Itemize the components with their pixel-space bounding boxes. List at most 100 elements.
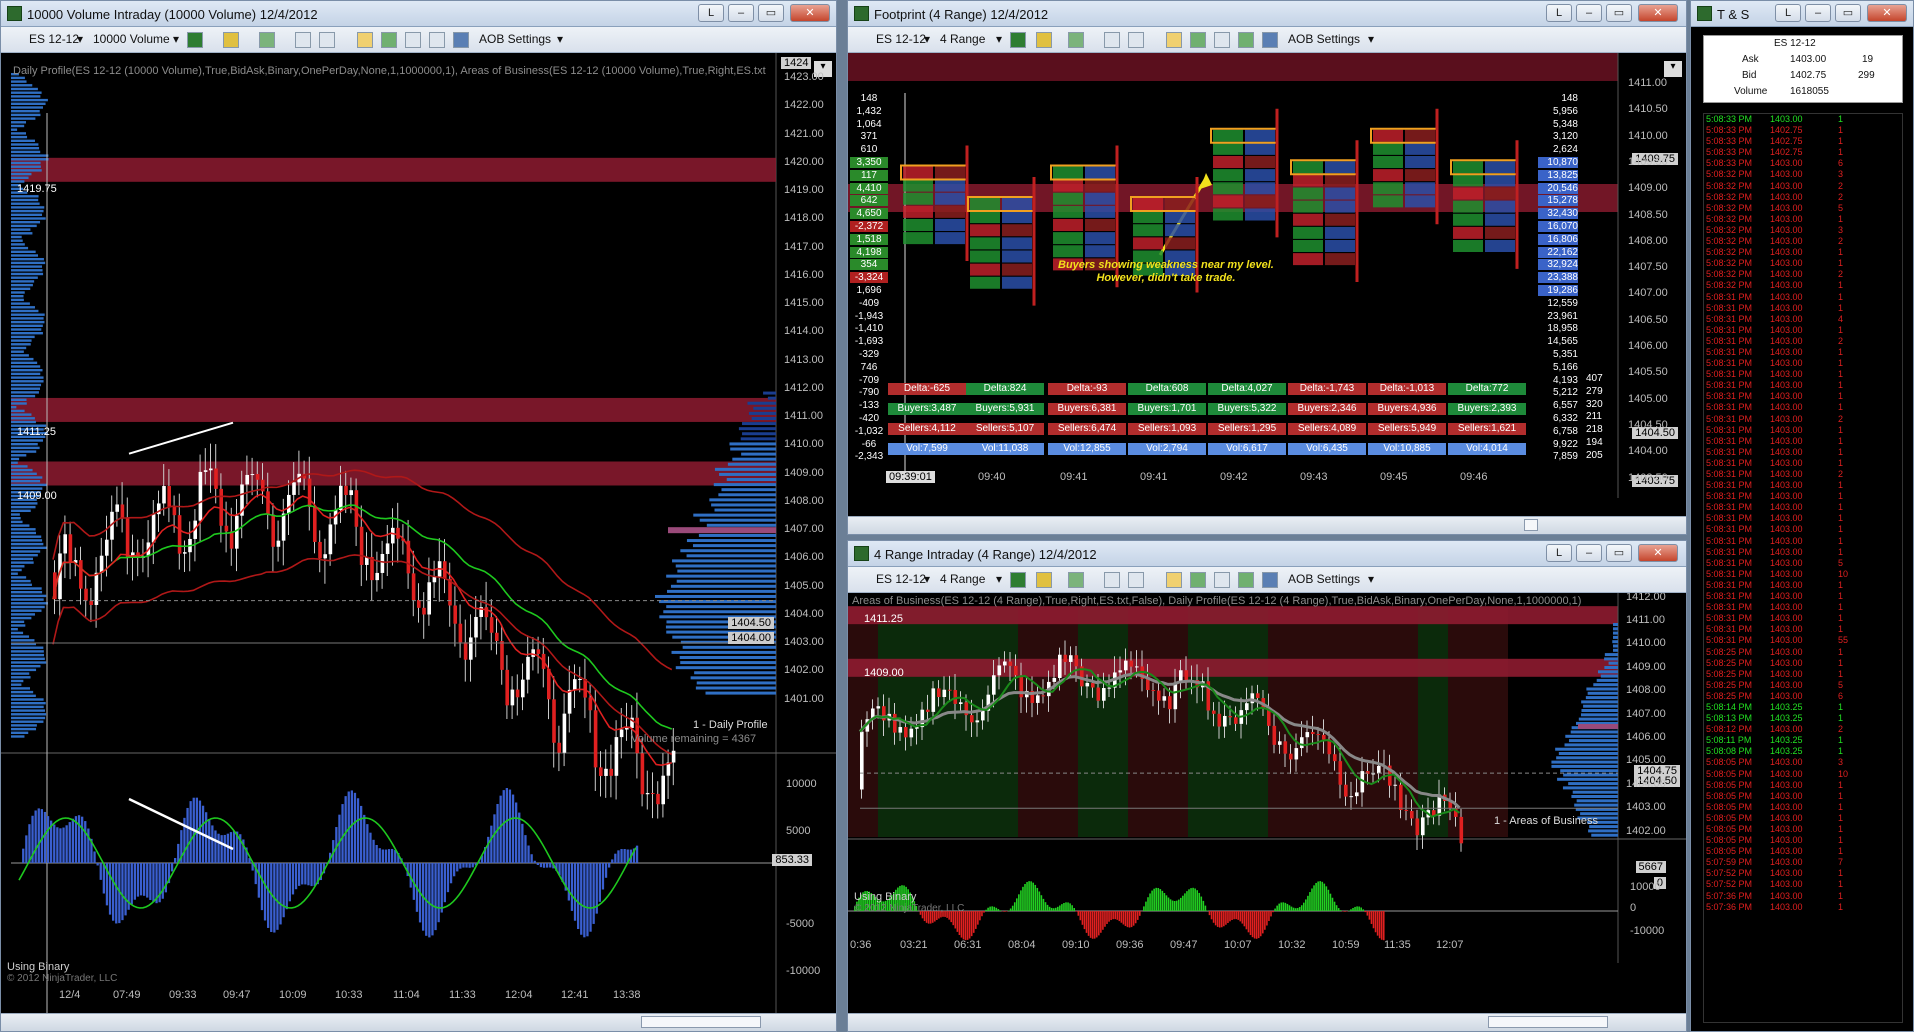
maximize-button[interactable]: ▭: [1606, 4, 1632, 22]
close-button[interactable]: ✕: [1867, 4, 1907, 22]
zoom-icon[interactable]: [1128, 572, 1144, 588]
bar-type-icon[interactable]: [1010, 572, 1026, 588]
osc-bar: [1286, 903, 1289, 911]
candle-body: [469, 637, 473, 660]
minimize-button[interactable]: –: [728, 4, 754, 22]
aob-icon[interactable]: [1262, 32, 1278, 48]
aob-icon[interactable]: [1262, 572, 1278, 588]
footprint-chart-area[interactable]: ▾ Buyers showing weakness near my level.…: [848, 53, 1686, 516]
chevron-down-icon[interactable]: ▾: [1368, 32, 1374, 46]
indicators-icon[interactable]: [1190, 572, 1206, 588]
cursor-icon[interactable]: [259, 32, 275, 48]
chevron-down-icon[interactable]: ▾: [557, 32, 563, 46]
chevron-down-icon[interactable]: ▾: [924, 32, 930, 46]
osc-bar: [1098, 911, 1100, 936]
crosshair-icon[interactable]: [1104, 572, 1120, 588]
pencil-icon[interactable]: [223, 32, 239, 48]
cursor-icon[interactable]: [1068, 32, 1084, 48]
properties-icon[interactable]: [1166, 572, 1182, 588]
maximize-button[interactable]: ▭: [1835, 4, 1861, 22]
strategies-icon[interactable]: [1214, 572, 1230, 588]
aob-settings-menu[interactable]: AOB Settings: [1288, 572, 1360, 586]
link-button[interactable]: L: [1546, 544, 1572, 562]
profile-bar: [11, 272, 44, 276]
volume-profile-bar: [1563, 773, 1618, 777]
close-button[interactable]: ✕: [790, 4, 830, 22]
instrument-selector[interactable]: ES 12-12: [876, 32, 926, 46]
osc-bar: [1075, 911, 1078, 912]
price-chart-area[interactable]: Daily Profile(ES 12-12 (10000 Volume),Tr…: [1, 53, 836, 1013]
dollar-icon[interactable]: [1238, 572, 1254, 588]
chart-scroll-button[interactable]: ▾: [1664, 61, 1682, 77]
horizontal-scrollbar[interactable]: [1, 1013, 836, 1031]
osc-bar: [515, 802, 518, 863]
chevron-down-icon[interactable]: ▾: [996, 572, 1002, 586]
cursor-icon[interactable]: [1068, 572, 1084, 588]
price-box-ask: 1404.00: [728, 632, 774, 644]
ts-price: 1403.00: [1770, 824, 1803, 834]
chevron-down-icon[interactable]: ▾: [1368, 572, 1374, 586]
bar-type-icon[interactable]: [1010, 32, 1026, 48]
link-button[interactable]: L: [1546, 4, 1572, 22]
indicators-icon[interactable]: [381, 32, 397, 48]
ts-size: 1: [1838, 901, 1844, 912]
minimize-button[interactable]: –: [1576, 4, 1602, 22]
scrollbar-thumb[interactable]: [1524, 519, 1538, 531]
price-tick-label: 1420.00: [784, 155, 824, 168]
strategies-icon[interactable]: [1214, 32, 1230, 48]
delta-column-cell: -2,372: [850, 221, 888, 232]
instrument-selector[interactable]: ES 12-12: [876, 572, 926, 586]
properties-icon[interactable]: [1166, 32, 1182, 48]
aob-icon[interactable]: [453, 32, 469, 48]
chevron-down-icon[interactable]: ▾: [924, 572, 930, 586]
window-titlebar[interactable]: 10000 Volume Intraday (10000 Volume) 12/…: [1, 1, 836, 27]
link-button[interactable]: L: [698, 4, 724, 22]
profile-bar: [11, 224, 37, 228]
window-titlebar[interactable]: T & S L – ▭ ✕: [1691, 1, 1913, 27]
period-selector[interactable]: 4 Range: [940, 572, 985, 586]
horizontal-scrollbar[interactable]: [848, 516, 1686, 534]
chevron-down-icon[interactable]: ▾: [996, 32, 1002, 46]
volume-profile-bar: [706, 523, 776, 527]
crosshair-icon[interactable]: [1104, 32, 1120, 48]
osc-bar: [1013, 902, 1016, 911]
osc-bar: [136, 863, 140, 897]
bar-type-icon[interactable]: [187, 32, 203, 48]
zoom-icon[interactable]: [1128, 32, 1144, 48]
close-button[interactable]: ✕: [1638, 4, 1678, 22]
properties-icon[interactable]: [357, 32, 373, 48]
minimize-button[interactable]: –: [1576, 544, 1602, 562]
maximize-button[interactable]: ▭: [1606, 544, 1632, 562]
pencil-icon[interactable]: [1036, 32, 1052, 48]
data-box-icon[interactable]: [429, 32, 445, 48]
dollar-icon[interactable]: [1238, 32, 1254, 48]
osc-bar: [1073, 908, 1075, 911]
chevron-down-icon[interactable]: ▾: [173, 32, 179, 46]
period-selector[interactable]: 10000 Volume: [93, 32, 170, 46]
volume-profile-bar: [663, 610, 776, 614]
pencil-icon[interactable]: [1036, 572, 1052, 588]
link-button[interactable]: L: [1775, 4, 1801, 22]
minimize-button[interactable]: –: [1805, 4, 1831, 22]
instrument-selector[interactable]: ES 12-12: [29, 32, 79, 46]
zoom-icon[interactable]: [319, 32, 335, 48]
strategies-icon[interactable]: [405, 32, 421, 48]
period-selector[interactable]: 4 Range: [940, 32, 985, 46]
aob-settings-menu[interactable]: AOB Settings: [1288, 32, 1360, 46]
scrollbar-thumb[interactable]: [641, 1016, 761, 1028]
crosshair-icon[interactable]: [295, 32, 311, 48]
aob-settings-menu[interactable]: AOB Settings: [479, 32, 551, 46]
close-button[interactable]: ✕: [1638, 544, 1678, 562]
window-titlebar[interactable]: Footprint (4 Range) 12/4/2012 L – ▭ ✕: [848, 1, 1686, 27]
scrollbar-thumb[interactable]: [1488, 1016, 1608, 1028]
range-chart-area[interactable]: Areas of Business(ES 12-12 (4 Range),Tru…: [848, 593, 1686, 1013]
ts-row: 5:08:31 PM 1403.00 1: [1704, 447, 1902, 458]
osc-bar: [1186, 891, 1188, 911]
window-titlebar[interactable]: 4 Range Intraday (4 Range) 12/4/2012 L –…: [848, 541, 1686, 567]
horizontal-scrollbar[interactable]: [848, 1013, 1686, 1031]
time-tick-label: 06:31: [954, 939, 982, 951]
ts-trade-list[interactable]: 5:08:33 PM 1403.00 1 5:08:33 PM 1402.75 1 5:08…: [1703, 113, 1903, 1023]
indicators-icon[interactable]: [1190, 32, 1206, 48]
chevron-down-icon[interactable]: ▾: [77, 32, 83, 46]
maximize-button[interactable]: ▭: [758, 4, 784, 22]
